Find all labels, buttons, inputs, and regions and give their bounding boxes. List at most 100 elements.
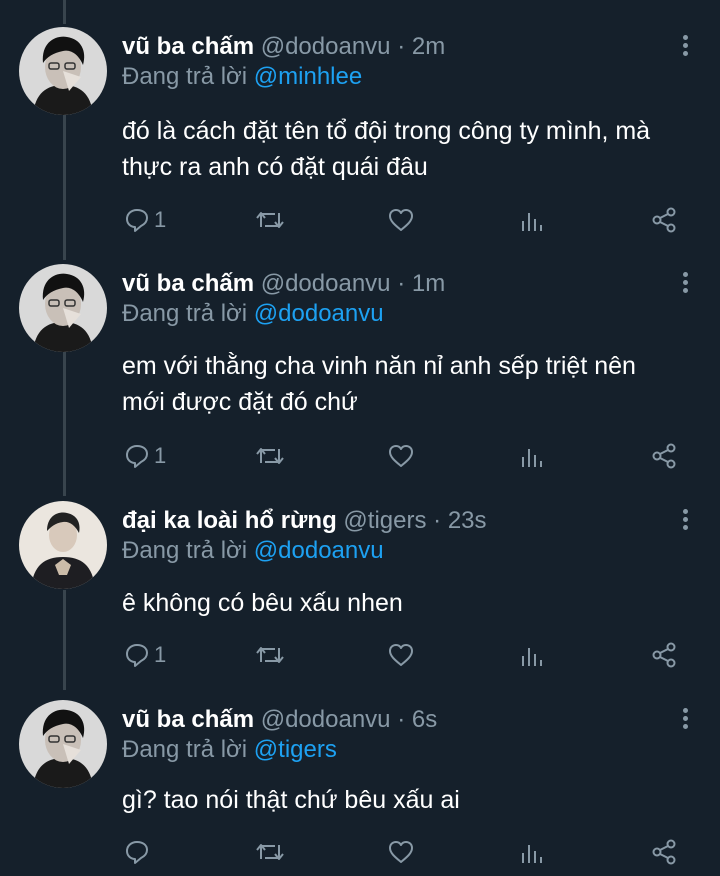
- retweet-button[interactable]: [255, 834, 285, 870]
- analytics-icon: [522, 213, 542, 231]
- timestamp[interactable]: 2m: [412, 33, 445, 60]
- reply-context: Đang trả lời @dodoanvu: [122, 299, 384, 329]
- analytics-icon: [522, 648, 542, 666]
- reply-count: 1: [154, 443, 167, 468]
- reply-icon: [126, 209, 148, 232]
- analytics-button[interactable]: [520, 202, 544, 238]
- share-button[interactable]: [650, 834, 678, 870]
- reply-count: 1: [154, 207, 167, 232]
- separator: ·: [397, 33, 406, 60]
- like-icon: [389, 209, 413, 231]
- tweet-text: gì? tao nói thật chứ bêu xấu ai: [122, 782, 702, 818]
- analytics-button[interactable]: [520, 637, 544, 673]
- share-icon: [652, 443, 676, 469]
- reply-target-link[interactable]: @dodoanvu: [254, 537, 384, 564]
- analytics-icon: [522, 845, 542, 863]
- tweet[interactable]: vũ ba chấm @dodoanvu · 6s Đang trả lời @…: [0, 700, 720, 876]
- tweet-text-line: mới được đặt đó chứ: [122, 388, 358, 416]
- separator: ·: [433, 507, 442, 534]
- display-name[interactable]: vũ ba chấm: [122, 706, 254, 733]
- more-icon[interactable]: [682, 509, 690, 531]
- share-icon: [652, 207, 676, 233]
- user-handle[interactable]: @dodoanvu: [261, 33, 391, 60]
- action-bar: 1: [0, 637, 720, 673]
- more-icon[interactable]: [682, 708, 690, 730]
- like-icon: [389, 445, 413, 467]
- user-handle[interactable]: @dodoanvu: [261, 706, 391, 733]
- tweet-text: ê không có bêu xấu nhen: [122, 585, 702, 621]
- tweet[interactable]: vũ ba chấm @dodoanvu · 2m Đang trả lời @…: [0, 27, 720, 247]
- tweet[interactable]: vũ ba chấm @dodoanvu · 1m Đang trả lời @…: [0, 264, 720, 484]
- tweet-text-line: đó là cách đặt tên tổ đội trong công ty …: [122, 117, 651, 145]
- tweet-text-line: thực ra anh có đặt quái đâu: [122, 153, 428, 181]
- analytics-button[interactable]: [520, 438, 544, 474]
- tweet-header: vũ ba chấm @dodoanvu · 2m: [122, 32, 445, 62]
- retweet-icon: [256, 647, 284, 663]
- more-icon[interactable]: [682, 272, 690, 294]
- tweet-header: vũ ba chấm @dodoanvu · 1m: [122, 269, 445, 299]
- like-button[interactable]: [387, 834, 415, 870]
- more-icon[interactable]: [682, 35, 690, 57]
- display-name[interactable]: vũ ba chấm: [122, 33, 254, 60]
- analytics-icon: [522, 449, 542, 467]
- user-handle[interactable]: @tigers: [343, 507, 426, 534]
- reply-button[interactable]: [124, 834, 154, 870]
- tweet-text: đó là cách đặt tên tổ đội trong công ty …: [122, 113, 702, 185]
- retweet-button[interactable]: [255, 202, 285, 238]
- avatar[interactable]: [19, 700, 107, 788]
- reply-prefix: Đang trả lời: [122, 537, 248, 564]
- like-icon: [389, 644, 413, 666]
- retweet-button[interactable]: [255, 637, 285, 673]
- reply-button[interactable]: 1: [124, 202, 166, 238]
- reply-prefix: Đang trả lời: [122, 63, 248, 90]
- retweet-icon: [256, 844, 284, 860]
- tweet-text: em với thằng cha vinh năn nỉ anh sếp tri…: [122, 348, 702, 420]
- reply-target-link[interactable]: @tigers: [254, 736, 337, 763]
- tweet-text-line: ê không có bêu xấu nhen: [122, 589, 403, 617]
- display-name[interactable]: đại ka loài hổ rừng: [122, 507, 337, 534]
- share-icon: [652, 642, 676, 668]
- share-button[interactable]: [650, 438, 678, 474]
- share-button[interactable]: [650, 202, 678, 238]
- thread-line: [63, 0, 66, 24]
- retweet-icon: [256, 448, 284, 464]
- avatar[interactable]: [19, 501, 107, 589]
- tweet[interactable]: đại ka loài hổ rừng @tigers · 23s Đang t…: [0, 501, 720, 681]
- reply-target-link[interactable]: @minhlee: [254, 63, 362, 90]
- timestamp[interactable]: 1m: [412, 270, 445, 297]
- reply-button[interactable]: 1: [124, 637, 166, 673]
- like-icon: [389, 841, 413, 863]
- reply-prefix: Đang trả lời: [122, 300, 248, 327]
- reply-context: Đang trả lời @minhlee: [122, 62, 362, 92]
- reply-prefix: Đang trả lời: [122, 736, 248, 763]
- avatar[interactable]: [19, 27, 107, 115]
- reply-icon: [126, 644, 148, 667]
- tweet-header: vũ ba chấm @dodoanvu · 6s: [122, 705, 437, 735]
- share-button[interactable]: [650, 637, 678, 673]
- reply-count: 1: [154, 642, 167, 667]
- reply-context: Đang trả lời @tigers: [122, 735, 337, 765]
- reply-icon: [126, 841, 148, 864]
- user-handle[interactable]: @dodoanvu: [261, 270, 391, 297]
- separator: ·: [397, 706, 406, 733]
- like-button[interactable]: [387, 438, 415, 474]
- timestamp[interactable]: 6s: [412, 706, 437, 733]
- retweet-button[interactable]: [255, 438, 285, 474]
- action-bar: [0, 834, 720, 870]
- display-name[interactable]: vũ ba chấm: [122, 270, 254, 297]
- reply-target-link[interactable]: @dodoanvu: [254, 300, 384, 327]
- reply-context: Đang trả lời @dodoanvu: [122, 536, 384, 566]
- like-button[interactable]: [387, 637, 415, 673]
- retweet-icon: [256, 212, 284, 228]
- action-bar: 1: [0, 438, 720, 474]
- analytics-button[interactable]: [520, 834, 544, 870]
- tweet-header: đại ka loài hổ rừng @tigers · 23s: [122, 506, 487, 536]
- avatar[interactable]: [19, 264, 107, 352]
- separator: ·: [397, 270, 406, 297]
- like-button[interactable]: [387, 202, 415, 238]
- share-icon: [652, 839, 676, 865]
- tweet-text-line: gì? tao nói thật chứ bêu xấu ai: [122, 786, 460, 814]
- reply-button[interactable]: 1: [124, 438, 166, 474]
- timestamp[interactable]: 23s: [448, 507, 487, 534]
- reply-icon: [126, 445, 148, 468]
